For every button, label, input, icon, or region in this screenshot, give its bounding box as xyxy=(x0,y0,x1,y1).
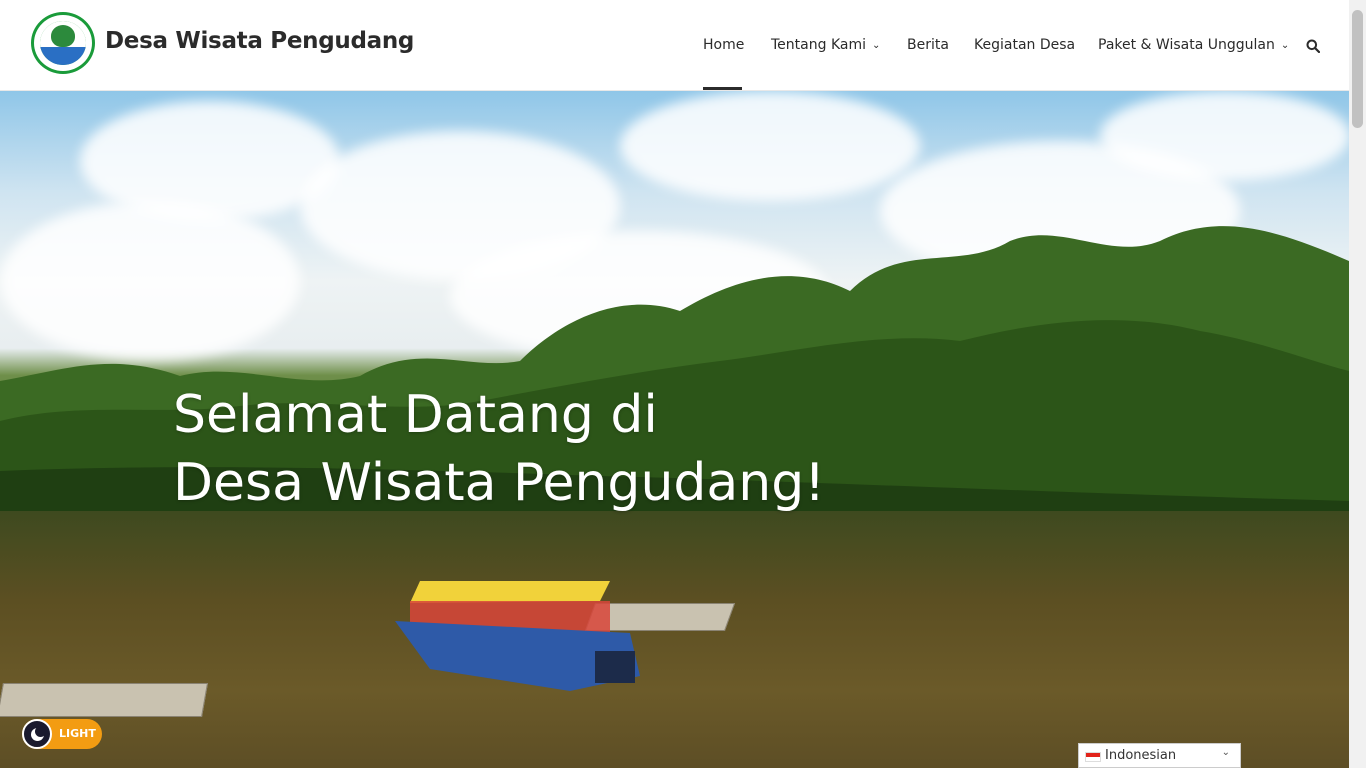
floating-raft xyxy=(0,683,208,717)
hero-line-1: Selamat Datang di xyxy=(173,385,658,445)
nav-label: Berita xyxy=(907,37,949,53)
toggle-knob xyxy=(22,719,52,749)
logo-emblem xyxy=(40,21,86,65)
nav-label: Home xyxy=(703,37,745,53)
site-title[interactable]: Desa Wisata Pengudang xyxy=(105,28,414,54)
hero-line-2: Desa Wisata Pengudang! xyxy=(173,453,826,513)
nav-item-kegiatan-desa[interactable]: Kegiatan Desa xyxy=(974,37,1075,53)
chevron-down-icon: ⌄ xyxy=(871,40,881,51)
nav-label: Paket & Wisata Unggulan xyxy=(1098,37,1275,53)
nav-label: Kegiatan Desa xyxy=(974,37,1076,53)
language-selected: Indonesian xyxy=(1105,748,1177,763)
tour-boat xyxy=(395,581,640,691)
theme-toggle[interactable]: LIGHT xyxy=(22,719,102,749)
hero-banner: Selamat Datang di Desa Wisata Pengudang! xyxy=(0,91,1349,768)
nav-label: Tentang Kami xyxy=(771,37,866,53)
hero-heading: Selamat Datang di Desa Wisata Pengudang! xyxy=(173,381,825,517)
chevron-down-icon: ⌄ xyxy=(1221,747,1230,758)
search-icon[interactable] xyxy=(1306,39,1320,53)
site-logo[interactable] xyxy=(31,12,95,74)
river-water xyxy=(0,511,1349,768)
scrollbar-thumb[interactable] xyxy=(1352,10,1363,128)
indonesia-flag-icon xyxy=(1085,752,1101,762)
page-scrollbar[interactable] xyxy=(1349,0,1366,768)
nav-item-paket-wisata[interactable]: Paket & Wisata Unggulan ⌄ xyxy=(1098,37,1289,53)
site-header: Desa Wisata Pengudang Home Tentang Kami ⌄… xyxy=(0,0,1349,91)
nav-item-home[interactable]: Home xyxy=(703,37,744,53)
nav-item-berita[interactable]: Berita xyxy=(907,37,949,53)
theme-toggle-label: LIGHT xyxy=(59,727,96,740)
chevron-down-icon: ⌄ xyxy=(1280,40,1290,51)
language-selector[interactable]: Indonesian ⌄ xyxy=(1078,743,1241,768)
nav-item-tentang-kami[interactable]: Tentang Kami ⌄ xyxy=(771,37,880,53)
nav-active-indicator xyxy=(703,87,742,90)
